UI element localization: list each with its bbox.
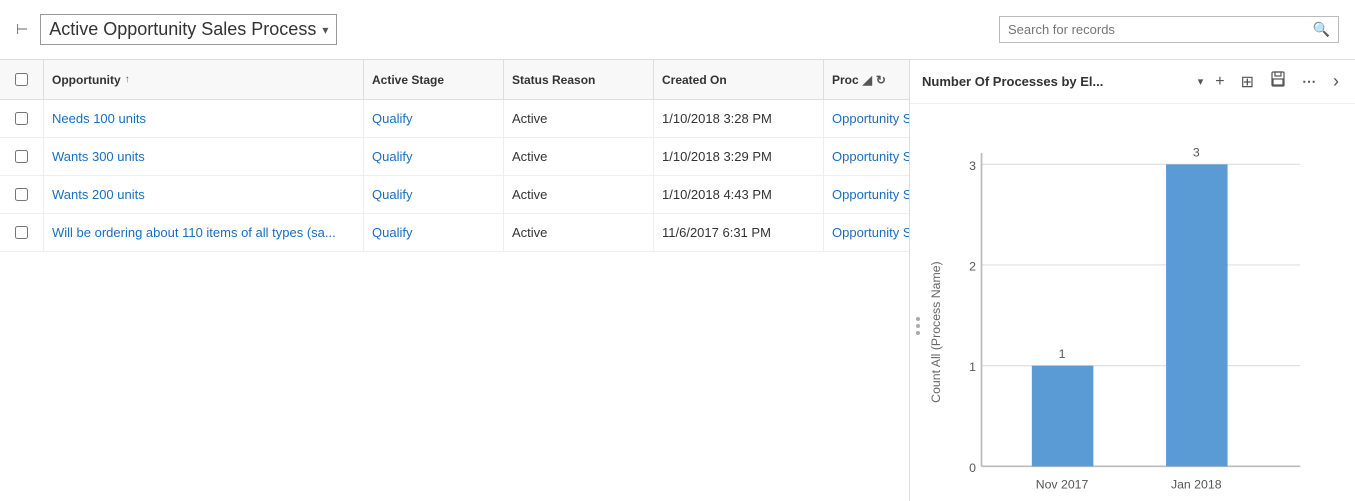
cell-created: 1/10/2018 4:43 PM bbox=[654, 176, 824, 213]
save-chart-button[interactable] bbox=[1266, 69, 1290, 94]
cell-opportunity: Wants 200 units bbox=[44, 176, 364, 213]
refresh-icon[interactable]: ↻ bbox=[876, 73, 886, 87]
row-checkbox[interactable] bbox=[15, 112, 28, 125]
cell-opportunity: Wants 300 units bbox=[44, 138, 364, 175]
table-header: Opportunity ↑ Active Stage Status Reason… bbox=[0, 60, 909, 100]
search-icon[interactable]: 🔍 bbox=[1313, 21, 1330, 38]
table-row: Will be ordering about 110 items of all … bbox=[0, 214, 909, 252]
stage-link[interactable]: Qualify bbox=[372, 111, 412, 126]
cell-stage: Qualify bbox=[364, 100, 504, 137]
opportunity-link[interactable]: Needs 100 units bbox=[52, 111, 146, 126]
y-tick: 1 bbox=[969, 360, 976, 374]
filter-icon[interactable]: ◢ bbox=[863, 73, 872, 87]
th-process: Proc ◢ ↻ bbox=[824, 60, 910, 99]
process-link[interactable]: Opportunity Sa bbox=[832, 187, 909, 202]
bar-nov2017 bbox=[1032, 366, 1094, 467]
main-content: Opportunity ↑ Active Stage Status Reason… bbox=[0, 60, 1355, 501]
cell-created: 11/6/2017 6:31 PM bbox=[654, 214, 824, 251]
stage-link[interactable]: Qualify bbox=[372, 149, 412, 164]
x-label-nov2017: Nov 2017 bbox=[1036, 478, 1089, 492]
chart-svg: Count All (Process Name) 0 1 2 3 bbox=[920, 114, 1345, 501]
chart-panel: Number Of Processes by El... ▾ + ⊞ ⋯ › bbox=[910, 60, 1355, 501]
cell-opportunity: Will be ordering about 110 items of all … bbox=[44, 214, 364, 251]
row-checkbox[interactable] bbox=[15, 150, 28, 163]
page-title: Active Opportunity Sales Process bbox=[49, 19, 316, 40]
app-header: ⊢ Active Opportunity Sales Process ▾ 🔍 bbox=[0, 0, 1355, 60]
opportunity-link[interactable]: Wants 300 units bbox=[52, 149, 145, 164]
cell-created: 1/10/2018 3:29 PM bbox=[654, 138, 824, 175]
cell-opportunity: Needs 100 units bbox=[44, 100, 364, 137]
sort-icon[interactable]: ↑ bbox=[125, 74, 130, 85]
cell-process: Opportunity Sa bbox=[824, 214, 909, 251]
process-link[interactable]: Opportunity Sa bbox=[832, 225, 909, 240]
bar-jan2018 bbox=[1166, 164, 1228, 466]
cell-status: Active bbox=[504, 214, 654, 251]
select-all-cell bbox=[0, 60, 44, 99]
row-checkbox-cell bbox=[0, 138, 44, 175]
nav-right-button[interactable]: › bbox=[1329, 69, 1343, 94]
th-opportunity[interactable]: Opportunity ↑ bbox=[44, 60, 364, 99]
cell-stage: Qualify bbox=[364, 214, 504, 251]
cell-status: Active bbox=[504, 138, 654, 175]
y-tick: 0 bbox=[969, 461, 976, 475]
stage-link[interactable]: Qualify bbox=[372, 187, 412, 202]
title-dropdown-icon[interactable]: ▾ bbox=[322, 23, 328, 37]
chart-area: Count All (Process Name) 0 1 2 3 bbox=[910, 104, 1355, 501]
y-axis-label: Count All (Process Name) bbox=[929, 261, 943, 402]
chart-title: Number Of Processes by El... bbox=[922, 74, 1190, 89]
cell-process: Opportunity Sa bbox=[824, 138, 909, 175]
scroll-dots bbox=[916, 317, 920, 335]
cell-stage: Qualify bbox=[364, 138, 504, 175]
table-row: Needs 100 units Qualify Active 1/10/2018… bbox=[0, 100, 909, 138]
row-checkbox[interactable] bbox=[15, 188, 28, 201]
opportunity-link[interactable]: Will be ordering about 110 items of all … bbox=[52, 225, 336, 240]
chart-header: Number Of Processes by El... ▾ + ⊞ ⋯ › bbox=[910, 60, 1355, 104]
cell-status: Active bbox=[504, 100, 654, 137]
stage-link[interactable]: Qualify bbox=[372, 225, 412, 240]
process-link[interactable]: Opportunity Sa bbox=[832, 149, 909, 164]
bar-label-2: 3 bbox=[1193, 145, 1200, 159]
search-input[interactable] bbox=[1008, 22, 1313, 37]
search-bar: 🔍 bbox=[999, 16, 1339, 43]
cell-stage: Qualify bbox=[364, 176, 504, 213]
cell-status: Active bbox=[504, 176, 654, 213]
row-checkbox-cell bbox=[0, 176, 44, 213]
save-icon bbox=[1270, 71, 1286, 87]
x-label-jan2018: Jan 2018 bbox=[1171, 478, 1222, 492]
table-row: Wants 200 units Qualify Active 1/10/2018… bbox=[0, 176, 909, 214]
pin-icon: ⊢ bbox=[16, 21, 28, 38]
th-created[interactable]: Created On bbox=[654, 60, 824, 99]
y-tick: 2 bbox=[969, 260, 976, 274]
expand-chart-button[interactable]: ⊞ bbox=[1237, 70, 1258, 94]
table-row: Wants 300 units Qualify Active 1/10/2018… bbox=[0, 138, 909, 176]
row-checkbox-cell bbox=[0, 214, 44, 251]
table-body: Needs 100 units Qualify Active 1/10/2018… bbox=[0, 100, 909, 501]
bar-label-1: 1 bbox=[1059, 347, 1066, 361]
chart-dropdown-icon[interactable]: ▾ bbox=[1198, 75, 1204, 88]
opportunity-link[interactable]: Wants 200 units bbox=[52, 187, 145, 202]
table-panel: Opportunity ↑ Active Stage Status Reason… bbox=[0, 60, 910, 501]
cell-created: 1/10/2018 3:28 PM bbox=[654, 100, 824, 137]
row-checkbox-cell bbox=[0, 100, 44, 137]
title-wrapper[interactable]: Active Opportunity Sales Process ▾ bbox=[40, 14, 337, 45]
cell-process: Opportunity Sa bbox=[824, 100, 909, 137]
th-stage[interactable]: Active Stage bbox=[364, 60, 504, 99]
more-options-button[interactable]: ⋯ bbox=[1298, 71, 1321, 92]
add-chart-button[interactable]: + bbox=[1211, 71, 1228, 93]
process-link[interactable]: Opportunity Sa bbox=[832, 111, 909, 126]
y-tick: 3 bbox=[969, 159, 976, 173]
cell-process: Opportunity Sa bbox=[824, 176, 909, 213]
row-checkbox[interactable] bbox=[15, 226, 28, 239]
select-all-checkbox[interactable] bbox=[15, 73, 28, 86]
th-status[interactable]: Status Reason bbox=[504, 60, 654, 99]
